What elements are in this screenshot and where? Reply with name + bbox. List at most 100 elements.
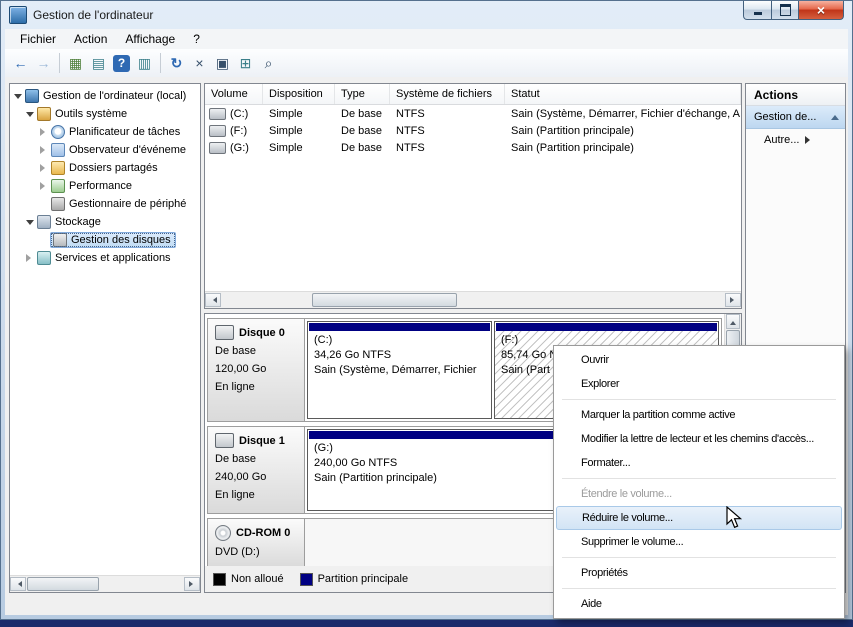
menubar: Fichier Action Affichage ? (5, 29, 848, 50)
legend-unallocated: Non alloué (213, 573, 284, 586)
menu-item-proprietes[interactable]: Propriétés (556, 561, 842, 585)
titlebar[interactable]: Gestion de l'ordinateur (1, 1, 852, 29)
disk1-header[interactable]: Disque 1 De base 240,00 Go En ligne (208, 427, 305, 513)
tree-item-gestionnaire-peripheriques[interactable]: Gestionnaire de périphé (10, 195, 200, 213)
volume-row-g[interactable]: (G:) Simple De base NTFS Sain (Partition… (205, 139, 741, 156)
help-icon: ? (113, 55, 130, 72)
column-type[interactable]: Type (335, 84, 390, 104)
menu-item-marquer-active[interactable]: Marquer la partition comme active (556, 403, 842, 427)
expander-collapsed-icon[interactable] (38, 146, 50, 154)
volume-row-f[interactable]: (F:) Simple De base NTFS Sain (Partition… (205, 122, 741, 139)
disk-status: En ligne (215, 488, 304, 502)
menu-aide[interactable]: ? (184, 30, 209, 48)
menu-item-modifier-lettre[interactable]: Modifier la lettre de lecteur et les che… (556, 427, 842, 451)
volume-status: Sain (Partition principale) (505, 142, 741, 154)
tree-item-services-applications[interactable]: Services et applications (10, 249, 200, 267)
back-icon[interactable]: ← (9, 52, 32, 74)
open-icon[interactable]: ⊞ (234, 52, 257, 74)
volume-row-c[interactable]: (C:) Simple De base NTFS Sain (Système, … (205, 105, 741, 122)
scroll-left-icon[interactable] (205, 293, 221, 307)
close-button[interactable] (799, 1, 844, 20)
primary-partition-band (309, 323, 490, 331)
forward-icon[interactable]: → (32, 52, 55, 74)
menu-item-formater[interactable]: Formater... (556, 451, 842, 475)
tree-item-label: Dossiers partagés (69, 162, 158, 174)
selected-tree-item: Gestion des disques (50, 232, 176, 248)
tree-item-stockage[interactable]: Stockage (10, 213, 200, 231)
column-disposition[interactable]: Disposition (263, 84, 335, 104)
volume-name: (C:) (230, 108, 248, 120)
expander-collapsed-icon[interactable] (38, 164, 50, 172)
properties-icon[interactable]: ▣ (211, 52, 234, 74)
toolbar-separator (160, 53, 161, 73)
expander-collapsed-icon[interactable] (38, 128, 50, 136)
minimize-button[interactable] (743, 1, 772, 20)
refresh-icon[interactable]: ↻ (165, 52, 188, 74)
partition-context-menu: Ouvrir Explorer Marquer la partition com… (553, 345, 845, 619)
find-icon[interactable]: ⌕ (257, 52, 280, 74)
menu-item-ouvrir[interactable]: Ouvrir (556, 348, 842, 372)
scroll-up-icon[interactable] (726, 314, 740, 329)
expander-collapsed-icon[interactable] (38, 182, 50, 190)
tree-item-gestion-ordinateur[interactable]: Gestion de l'ordinateur (local) (10, 87, 200, 105)
volume-type: De base (335, 125, 390, 137)
column-volume[interactable]: Volume (205, 84, 263, 104)
menu-action[interactable]: Action (65, 30, 116, 48)
actions-title: Actions (746, 84, 845, 106)
actions-more[interactable]: Autre... (746, 129, 845, 151)
tree-item-label: Services et applications (55, 252, 171, 264)
mouse-cursor-icon (726, 506, 744, 530)
scroll-right-icon[interactable] (184, 577, 200, 591)
actions-section-gestion[interactable]: Gestion de... (746, 106, 845, 129)
help-icon-wrap[interactable]: ? (110, 52, 133, 74)
tree-item-performance[interactable]: Performance (10, 177, 200, 195)
scroll-left-icon[interactable] (10, 577, 26, 591)
expander-expanded-icon[interactable] (12, 89, 24, 103)
show-actions-pane-icon[interactable]: ▥ (133, 52, 156, 74)
scrollbar-thumb[interactable] (312, 293, 457, 307)
menu-item-reduire-volume[interactable]: Réduire le volume... (556, 506, 842, 530)
task-scheduler-icon (51, 125, 65, 139)
delete-icon[interactable]: × (188, 52, 211, 74)
shared-folders-icon (51, 161, 65, 175)
volume-list-horizontal-scrollbar[interactable] (205, 291, 741, 308)
device-manager-icon (51, 197, 65, 211)
tree-item-label: Gestion de l'ordinateur (local) (43, 90, 186, 102)
maximize-button[interactable] (772, 1, 799, 20)
computer-management-node-icon (25, 89, 39, 103)
menu-item-aide[interactable]: Aide (556, 592, 842, 616)
tree-item-label: Gestion des disques (71, 234, 171, 246)
column-filesystem[interactable]: Système de fichiers (390, 84, 505, 104)
disk-name: Disque 1 (239, 435, 285, 447)
disk-type: De base (215, 344, 304, 358)
volume-icon (209, 125, 226, 137)
export-list-icon[interactable]: ▤ (87, 52, 110, 74)
tree-horizontal-scrollbar[interactable] (10, 575, 200, 592)
menu-item-supprimer-volume[interactable]: Supprimer le volume... (556, 530, 842, 554)
column-status[interactable]: Statut (505, 84, 741, 104)
partition-c[interactable]: (C:) 34,26 Go NTFS Sain (Système, Démarr… (307, 321, 492, 419)
tree-item-outils-systeme[interactable]: Outils système (10, 105, 200, 123)
scroll-right-icon[interactable] (725, 293, 741, 307)
menu-separator (562, 399, 836, 400)
menu-affichage[interactable]: Affichage (116, 30, 184, 48)
computer-management-icon (9, 6, 27, 24)
expander-expanded-icon[interactable] (24, 107, 36, 121)
menu-fichier[interactable]: Fichier (11, 30, 65, 48)
tree-item-dossiers-partages[interactable]: Dossiers partagés (10, 159, 200, 177)
volume-icon (209, 142, 226, 154)
menu-item-explorer[interactable]: Explorer (556, 372, 842, 396)
show-console-tree-icon[interactable]: ▦ (64, 52, 87, 74)
tree-item-gestion-des-disques[interactable]: Gestion des disques (10, 231, 200, 249)
tree-item-planificateur[interactable]: Planificateur de tâches (10, 123, 200, 141)
scrollbar-thumb[interactable] (27, 577, 99, 591)
tree-item-observateur[interactable]: Observateur d'événeme (10, 141, 200, 159)
legend-primary: Partition principale (300, 573, 409, 586)
disk0-header[interactable]: Disque 0 De base 120,00 Go En ligne (208, 319, 305, 421)
tree-item-label: Gestionnaire de périphé (69, 198, 186, 210)
volume-disposition: Simple (263, 108, 335, 120)
tree-item-label: Planificateur de tâches (69, 126, 180, 138)
expander-collapsed-icon[interactable] (24, 254, 36, 262)
expander-expanded-icon[interactable] (24, 215, 36, 229)
cdrom-header[interactable]: CD-ROM 0 DVD (D:) (208, 519, 305, 567)
